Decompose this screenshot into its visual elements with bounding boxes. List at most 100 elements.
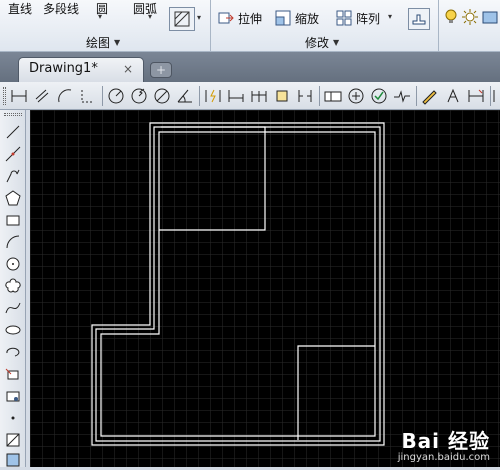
dimension-break-icon xyxy=(298,90,312,102)
layer-match-icon xyxy=(412,14,426,25)
diameter-dimension-button[interactable] xyxy=(152,86,172,106)
ellipse-arc-icon xyxy=(6,347,20,357)
scale-button[interactable]: 缩放 xyxy=(275,8,319,28)
toolbar-separator xyxy=(416,86,417,106)
spline-icon xyxy=(5,302,21,314)
draw-panel-title[interactable]: 绘图 ▼ xyxy=(86,35,120,51)
ordinate-dimension-button[interactable] xyxy=(78,86,98,106)
chevron-down-icon: ▼ xyxy=(114,38,121,47)
arc-length-icon xyxy=(58,89,72,103)
polygon-button[interactable] xyxy=(3,188,23,208)
sun-icon[interactable] xyxy=(462,9,478,25)
stretch-label: 拉伸 xyxy=(238,11,263,26)
toolbar-separator xyxy=(490,86,491,106)
dimension-toolbar xyxy=(0,82,500,110)
close-icon[interactable]: × xyxy=(123,58,133,80)
hatch-tool-button[interactable] xyxy=(3,430,23,450)
polyline-icon xyxy=(6,169,20,183)
point-button[interactable] xyxy=(3,408,23,428)
dimension-update-button[interactable] xyxy=(466,86,486,106)
aligned-dimension-icon xyxy=(35,89,49,103)
center-mark-button[interactable] xyxy=(346,86,366,106)
tab-drawing1[interactable]: Drawing1* × xyxy=(18,57,144,82)
array-button[interactable]: 阵列 xyxy=(336,8,380,28)
edit-dimension-icon xyxy=(422,90,437,105)
insert-block-button[interactable] xyxy=(3,364,23,384)
jogged-dimension-button[interactable] xyxy=(129,86,149,106)
toolbar-grip xyxy=(3,87,6,105)
gradient-icon xyxy=(6,453,20,467)
match-properties-button[interactable] xyxy=(408,8,430,30)
watermark: Bai 经验 jingyan.baidu.com xyxy=(398,430,490,463)
hatch-dropdown-icon[interactable]: ▾ xyxy=(197,13,201,22)
toolbar-separator xyxy=(199,86,200,106)
revision-cloud-button[interactable] xyxy=(3,276,23,296)
insert-block-icon xyxy=(5,368,19,380)
circle-button[interactable] xyxy=(3,254,23,274)
drawing-area[interactable] xyxy=(30,110,500,467)
ellipse-button[interactable] xyxy=(3,320,23,340)
modify-panel-title[interactable]: 修改 ▼ xyxy=(305,35,339,51)
draw-toolbar xyxy=(0,110,26,467)
angular-dimension-button[interactable] xyxy=(175,86,195,106)
rectangle-button[interactable] xyxy=(3,210,23,230)
linear-dimension-button[interactable] xyxy=(9,86,29,106)
gradient-button[interactable] xyxy=(3,450,23,470)
jogged-linear-button[interactable] xyxy=(392,86,412,106)
toolbar-separator xyxy=(102,86,103,106)
polyline-button[interactable] xyxy=(3,166,23,186)
line-button[interactable] xyxy=(3,122,23,142)
lightbulb-icon[interactable] xyxy=(444,9,458,25)
construction-line-button[interactable] xyxy=(3,144,23,164)
baseline-dimension-button[interactable] xyxy=(226,86,246,106)
continue-icon xyxy=(251,91,267,102)
angular-icon xyxy=(177,89,192,103)
line-tool[interactable]: 直线 xyxy=(8,0,32,17)
make-block-icon xyxy=(6,391,20,402)
continue-dimension-button[interactable] xyxy=(249,86,269,106)
inspect-icon xyxy=(371,88,387,104)
toolbar-grip xyxy=(4,113,22,116)
dimension-style-button[interactable] xyxy=(492,86,500,106)
watermark-url: jingyan.baidu.com xyxy=(397,452,490,463)
panel-divider xyxy=(438,0,439,52)
make-block-button[interactable] xyxy=(3,386,23,406)
jogged-linear-icon xyxy=(394,90,410,103)
edit-dimension-button[interactable] xyxy=(420,86,440,106)
arc-tool[interactable]: 圆弧 xyxy=(133,0,157,17)
quick-dimension-button[interactable] xyxy=(203,86,223,106)
plus-icon: + xyxy=(155,63,167,77)
dimension-space-button[interactable] xyxy=(272,86,292,106)
radius-dimension-button[interactable] xyxy=(106,86,126,106)
layer-icon[interactable] xyxy=(482,9,498,25)
spline-button[interactable] xyxy=(3,298,23,318)
cloud-icon xyxy=(5,278,21,293)
circle-dropdown-icon[interactable]: ▾ xyxy=(98,12,102,21)
dimension-update-icon xyxy=(468,89,484,102)
dimension-style-icon xyxy=(493,90,495,102)
tolerance-button[interactable] xyxy=(323,86,343,106)
hatch-button[interactable] xyxy=(169,7,195,31)
modify-panel-label: 修改 xyxy=(305,36,330,50)
arc-button[interactable] xyxy=(3,232,23,252)
ribbon: 直线 多段线 圆 圆弧 ▾ ▾ ▾ 绘图 ▼ 拉伸 缩放 阵列 ▾ 修改 ▼ xyxy=(0,0,500,52)
linear-dimension-icon xyxy=(11,90,27,102)
tab-title: Drawing1* xyxy=(29,61,98,76)
drawing-canvas[interactable]: Bai 经验 jingyan.baidu.com xyxy=(30,110,500,467)
ellipse-arc-button[interactable] xyxy=(3,342,23,362)
new-tab-button[interactable]: + xyxy=(150,62,172,78)
aligned-dimension-button[interactable] xyxy=(32,86,52,106)
dimension-break-button[interactable] xyxy=(295,86,315,106)
array-dropdown-icon[interactable]: ▾ xyxy=(388,12,392,21)
polyline-tool[interactable]: 多段线 xyxy=(43,0,79,17)
baseline-icon xyxy=(228,90,244,102)
edit-dimension-text-button[interactable] xyxy=(443,86,463,106)
hatch-tool-icon xyxy=(6,433,20,447)
radius-icon xyxy=(108,88,124,104)
inspect-button[interactable] xyxy=(369,86,389,106)
arc-dropdown-icon[interactable]: ▾ xyxy=(148,12,152,21)
stretch-button[interactable]: 拉伸 xyxy=(218,8,262,28)
point-icon xyxy=(11,416,15,420)
arc-length-button[interactable] xyxy=(55,86,75,106)
jogged-icon xyxy=(131,88,147,104)
